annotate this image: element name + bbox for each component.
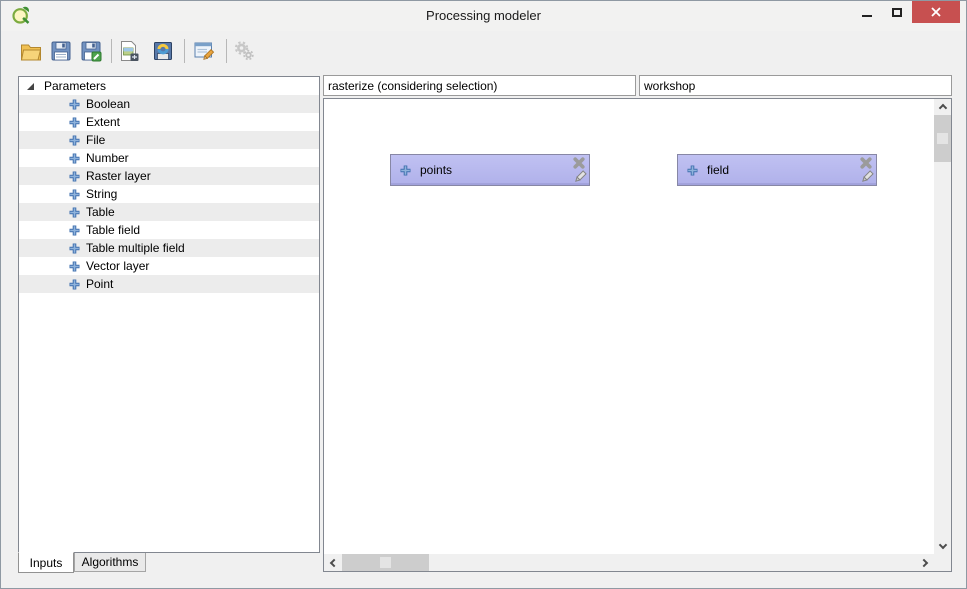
sidebar-item-point[interactable]: Point (19, 275, 319, 293)
sidebar-item-table[interactable]: Table (19, 203, 319, 221)
edit-node-pencil-icon[interactable] (573, 170, 587, 184)
scroll-down-arrow-icon[interactable] (934, 539, 951, 554)
minimize-button[interactable] (852, 1, 882, 23)
parameters-tree-panel: Parameters Boolean Extent File Number Ra… (18, 76, 320, 553)
edit-help-button[interactable] (190, 37, 218, 65)
scroll-right-arrow-icon[interactable] (917, 555, 934, 571)
edit-help-icon (192, 39, 216, 63)
scrollbar-grip (937, 133, 948, 144)
run-gears-icon (232, 39, 256, 63)
title-bar: Processing modeler (1, 1, 966, 31)
close-icon (930, 6, 942, 18)
maximize-icon (892, 8, 902, 17)
sidebar-item-table-field[interactable]: Table field (19, 221, 319, 239)
open-model-button[interactable] (17, 37, 45, 65)
run-model-button[interactable] (230, 37, 258, 65)
folder-open-icon (19, 39, 43, 63)
add-parameter-plus-icon (68, 224, 81, 237)
sidebar-item-boolean[interactable]: Boolean (19, 95, 319, 113)
vertical-scrollbar-thumb[interactable] (934, 115, 951, 162)
toolbar (1, 31, 966, 71)
delete-node-icon[interactable] (572, 156, 586, 170)
toolbar-separator (226, 39, 227, 63)
scrollbar-corner (934, 554, 951, 571)
tab-inputs[interactable]: Inputs (18, 552, 74, 573)
save-model-as-button[interactable] (77, 37, 105, 65)
add-parameter-plus-icon (68, 188, 81, 201)
add-parameter-plus-icon (68, 170, 81, 183)
scrollbar-grip (380, 557, 391, 568)
minimize-icon (862, 15, 872, 17)
sidebar-item-string[interactable]: String (19, 185, 319, 203)
model-canvas[interactable]: points field (323, 98, 952, 572)
sidebar-item-extent[interactable]: Extent (19, 113, 319, 131)
collapse-expander-icon[interactable] (27, 83, 34, 90)
add-parameter-plus-icon (68, 278, 81, 291)
node-label: points (420, 163, 452, 177)
parameter-plus-icon (686, 164, 699, 177)
save-icon (49, 39, 73, 63)
save-as-icon (79, 39, 103, 63)
parameter-plus-icon (399, 164, 412, 177)
sidebar-item-file[interactable]: File (19, 131, 319, 149)
add-parameter-plus-icon (68, 242, 81, 255)
sidebar-item-vector-layer[interactable]: Vector layer (19, 257, 319, 275)
add-parameter-plus-icon (68, 98, 81, 111)
save-model-button[interactable] (47, 37, 75, 65)
maximize-button[interactable] (882, 1, 912, 23)
export-python-icon (151, 39, 175, 63)
model-group-input[interactable] (639, 75, 952, 96)
node-label: field (707, 163, 729, 177)
model-name-input[interactable] (323, 75, 636, 96)
scroll-up-arrow-icon[interactable] (934, 99, 951, 114)
sidebar-item-table-multiple-field[interactable]: Table multiple field (19, 239, 319, 257)
horizontal-scrollbar-thumb[interactable] (342, 554, 429, 571)
toolbar-separator (111, 39, 112, 63)
tab-algorithms[interactable]: Algorithms (74, 553, 146, 572)
add-parameter-plus-icon (68, 260, 81, 273)
export-python-button[interactable] (149, 37, 177, 65)
tree-root-label: Parameters (44, 79, 106, 93)
close-button[interactable] (912, 1, 960, 23)
add-parameter-plus-icon (68, 134, 81, 147)
add-parameter-plus-icon (68, 152, 81, 165)
scroll-left-arrow-icon[interactable] (324, 555, 341, 571)
canvas-horizontal-scrollbar[interactable] (324, 554, 934, 571)
export-image-icon (117, 39, 141, 63)
parameter-node-field[interactable]: field (677, 154, 877, 186)
add-parameter-plus-icon (68, 116, 81, 129)
toolbar-separator (184, 39, 185, 63)
window-title: Processing modeler (1, 8, 966, 23)
parameter-node-points[interactable]: points (390, 154, 590, 186)
canvas-vertical-scrollbar[interactable] (934, 99, 951, 554)
add-parameter-plus-icon (68, 206, 81, 219)
edit-node-pencil-icon[interactable] (860, 170, 874, 184)
tree-root-parameters[interactable]: Parameters (19, 77, 319, 95)
delete-node-icon[interactable] (859, 156, 873, 170)
export-image-button[interactable] (115, 37, 143, 65)
sidebar-item-number[interactable]: Number (19, 149, 319, 167)
processing-modeler-window: Processing modeler (0, 0, 967, 589)
sidebar-item-raster-layer[interactable]: Raster layer (19, 167, 319, 185)
